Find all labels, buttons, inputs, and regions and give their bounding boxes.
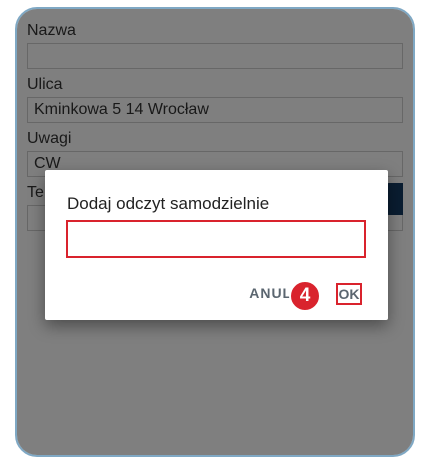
add-reading-dialog: Dodaj odczyt samodzielnie ANULUJ OK (45, 170, 388, 320)
step-number-badge: 4 (289, 280, 321, 312)
reading-input[interactable] (66, 220, 366, 258)
dialog-title: Dodaj odczyt samodzielnie (67, 194, 270, 213)
ok-button[interactable]: OK (336, 283, 362, 305)
